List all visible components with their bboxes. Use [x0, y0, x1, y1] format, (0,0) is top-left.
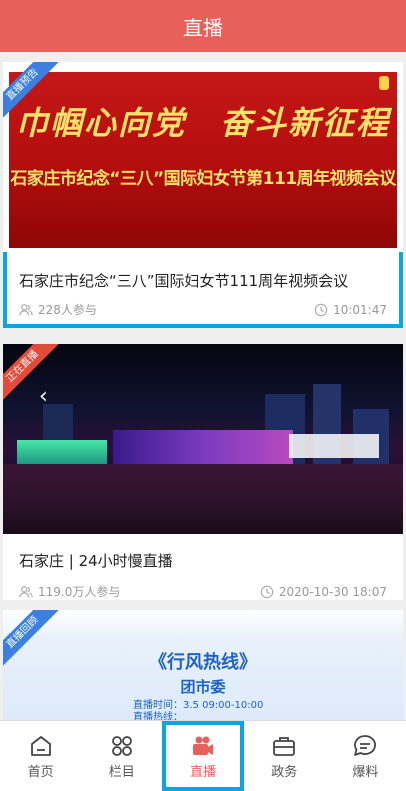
- banner-info-line: 直播时间：3.5 09:00-10:00: [133, 700, 264, 711]
- live-thumbnail[interactable]: 巾帼心向党 奋斗新征程 石家庄市纪念“三八”国际妇女节第111周年视频会议 直播…: [3, 62, 403, 252]
- participants: 119.0万人参与: [19, 583, 120, 600]
- tab-label: 直播: [190, 764, 217, 780]
- tab-label: 栏目: [108, 764, 135, 780]
- tab-label: 首页: [27, 764, 54, 780]
- time-text: 2020-10-30 18:07: [278, 584, 387, 599]
- chat-icon: [354, 734, 377, 756]
- briefcase-icon: [273, 736, 296, 756]
- road-shape: [3, 464, 403, 534]
- banner-info: 直播时间：3.5 09:00-10:00 直播热线：: [133, 700, 263, 720]
- camera-icon: [193, 736, 213, 755]
- chevron-left-icon[interactable]: ‹: [39, 384, 48, 409]
- banner-subtitle: 石家庄市纪念“三八”国际妇女节第111周年视频会议: [10, 169, 396, 189]
- people-icon: [19, 303, 33, 315]
- page-title: 直播: [183, 15, 223, 40]
- people-icon: [19, 585, 33, 597]
- grid-icon: [111, 735, 132, 756]
- tab-live[interactable]: 直播: [162, 721, 244, 791]
- live-thumbnail[interactable]: 《行风热线》 团市委 直播时间：3.5 09:00-10:00 直播热线： 直播…: [3, 610, 403, 720]
- banner-slogan: 巾帼心向党 奋斗新征程: [15, 104, 390, 142]
- live-card-preview[interactable]: 巾帼心向党 奋斗新征程 石家庄市纪念“三八”国际妇女节第111周年视频会议 直播…: [3, 62, 403, 328]
- lantern-icon: [379, 76, 389, 90]
- live-time: 10:01:47: [314, 303, 387, 317]
- tab-government[interactable]: 政务: [244, 721, 325, 791]
- tab-label: 爆料: [352, 764, 379, 780]
- banner-title: 《行风热线》: [149, 652, 257, 673]
- tab-label: 政务: [271, 764, 298, 780]
- station-logo: [63, 620, 173, 634]
- tab-report[interactable]: 爆料: [325, 721, 406, 791]
- app-header: 直播: [0, 0, 406, 52]
- live-time: 2020-10-30 18:07: [260, 585, 387, 599]
- tab-columns[interactable]: 栏目: [81, 721, 162, 791]
- live-title[interactable]: 石家庄 | 24小时慢直播: [3, 550, 403, 571]
- participants: 228人参与: [19, 301, 97, 318]
- time-text: 10:01:47: [333, 302, 387, 317]
- live-feed[interactable]: 巾帼心向党 奋斗新征程 石家庄市纪念“三八”国际妇女节第111周年视频会议 直播…: [0, 52, 406, 720]
- participants-count: 228人参与: [38, 303, 97, 317]
- lit-sign: [289, 434, 379, 458]
- live-title[interactable]: 石家庄市纪念“三八”国际妇女节111周年视频会议: [3, 270, 403, 291]
- tab-home[interactable]: 首页: [0, 721, 81, 791]
- participants-count: 119.0万人参与: [38, 585, 121, 599]
- live-card-live[interactable]: ‹ 正在直播 石家庄 | 24小时慢直播 119.0万人参与 2020-10-3…: [3, 344, 403, 600]
- status-ribbon: 正在直播: [3, 344, 65, 409]
- banner-info-line: 直播热线：: [133, 712, 183, 720]
- clock-icon: [314, 303, 328, 316]
- live-thumbnail[interactable]: ‹ 正在直播: [3, 344, 403, 534]
- home-icon: [30, 735, 51, 756]
- banner-subtitle: 团市委: [180, 678, 226, 696]
- clock-icon: [260, 585, 274, 598]
- banner-image: 巾帼心向党 奋斗新征程 石家庄市纪念“三八”国际妇女节第111周年视频会议: [9, 72, 397, 248]
- bottom-tab-bar: 首页 栏目 直播 政务 爆料: [0, 720, 406, 791]
- live-card-replay[interactable]: 《行风热线》 团市委 直播时间：3.5 09:00-10:00 直播热线： 直播…: [3, 610, 403, 720]
